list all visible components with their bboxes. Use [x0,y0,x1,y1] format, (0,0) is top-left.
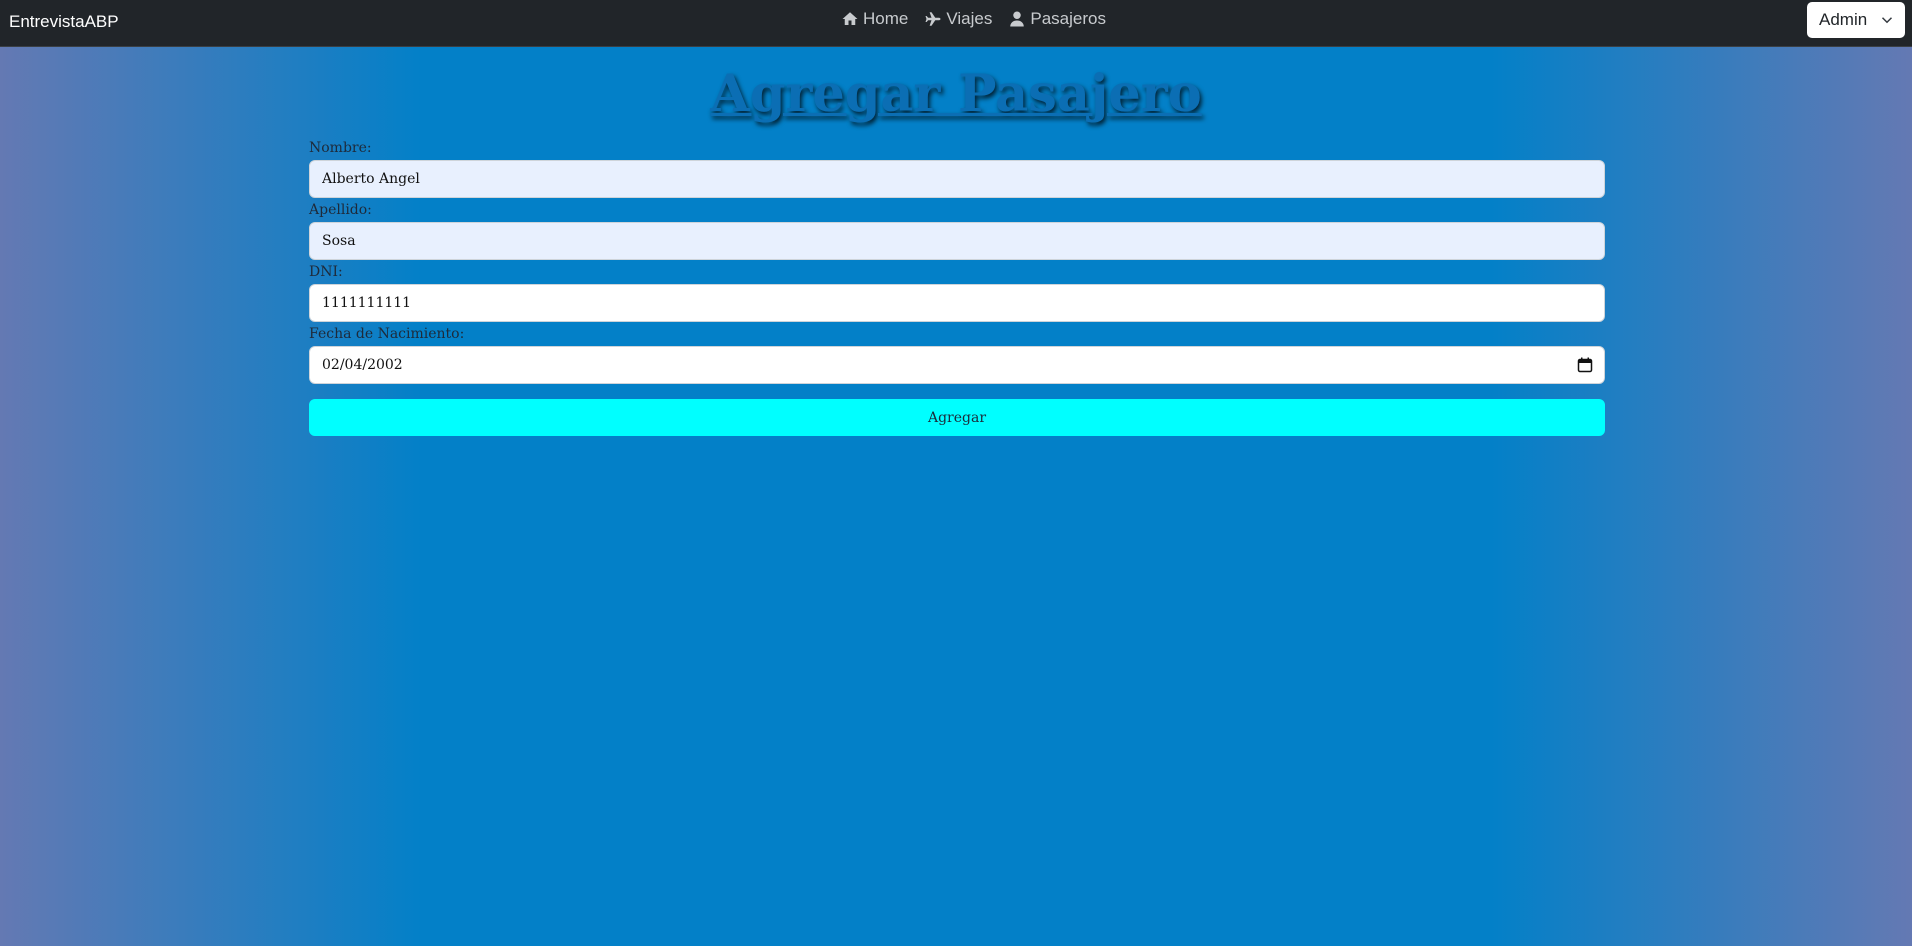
apellido-group: Apellido: [309,200,1605,262]
nombre-input[interactable] [309,160,1605,198]
add-passenger-form: Nombre: Apellido: DNI: Fecha de Nacimien… [309,138,1605,436]
user-menu-value: Admin [1819,10,1868,29]
calendar-icon[interactable] [1577,357,1593,373]
nav-links: Home Viajes Pasajeros [841,9,1106,29]
fecha-group: Fecha de Nacimiento: [309,324,1605,386]
dni-input[interactable] [309,284,1605,322]
top-navbar: EntrevistaABP Home Viajes Pasajeros Admi… [0,0,1912,47]
nav-link-pasajeros-label: Pasajeros [1030,9,1106,28]
plane-icon [925,12,941,26]
apellido-input[interactable] [309,222,1605,260]
dni-group: DNI: [309,262,1605,324]
home-icon [842,12,858,25]
user-icon [1010,11,1025,27]
nav-link-home[interactable]: Home [841,9,908,29]
nombre-group: Nombre: [309,138,1605,200]
nav-link-home-label: Home [863,9,909,28]
chevron-down-icon [1881,17,1893,24]
nav-link-viajes[interactable]: Viajes [924,9,992,29]
user-menu-select[interactable]: Admin [1807,2,1905,38]
nombre-label: Nombre: [309,140,372,156]
apellido-label: Apellido: [309,202,372,218]
fecha-wrapper [309,346,1605,384]
agregar-button[interactable]: Agregar [309,399,1605,436]
fecha-label: Fecha de Nacimiento: [309,326,465,342]
nav-link-pasajeros[interactable]: Pasajeros [1008,9,1106,29]
brand-link[interactable]: EntrevistaABP [9,12,119,32]
fecha-nacimiento-input[interactable] [309,346,1605,384]
nav-link-viajes-label: Viajes [946,9,993,28]
dni-label: DNI: [309,264,343,280]
page-title: Agregar Pasajero [710,64,1202,124]
